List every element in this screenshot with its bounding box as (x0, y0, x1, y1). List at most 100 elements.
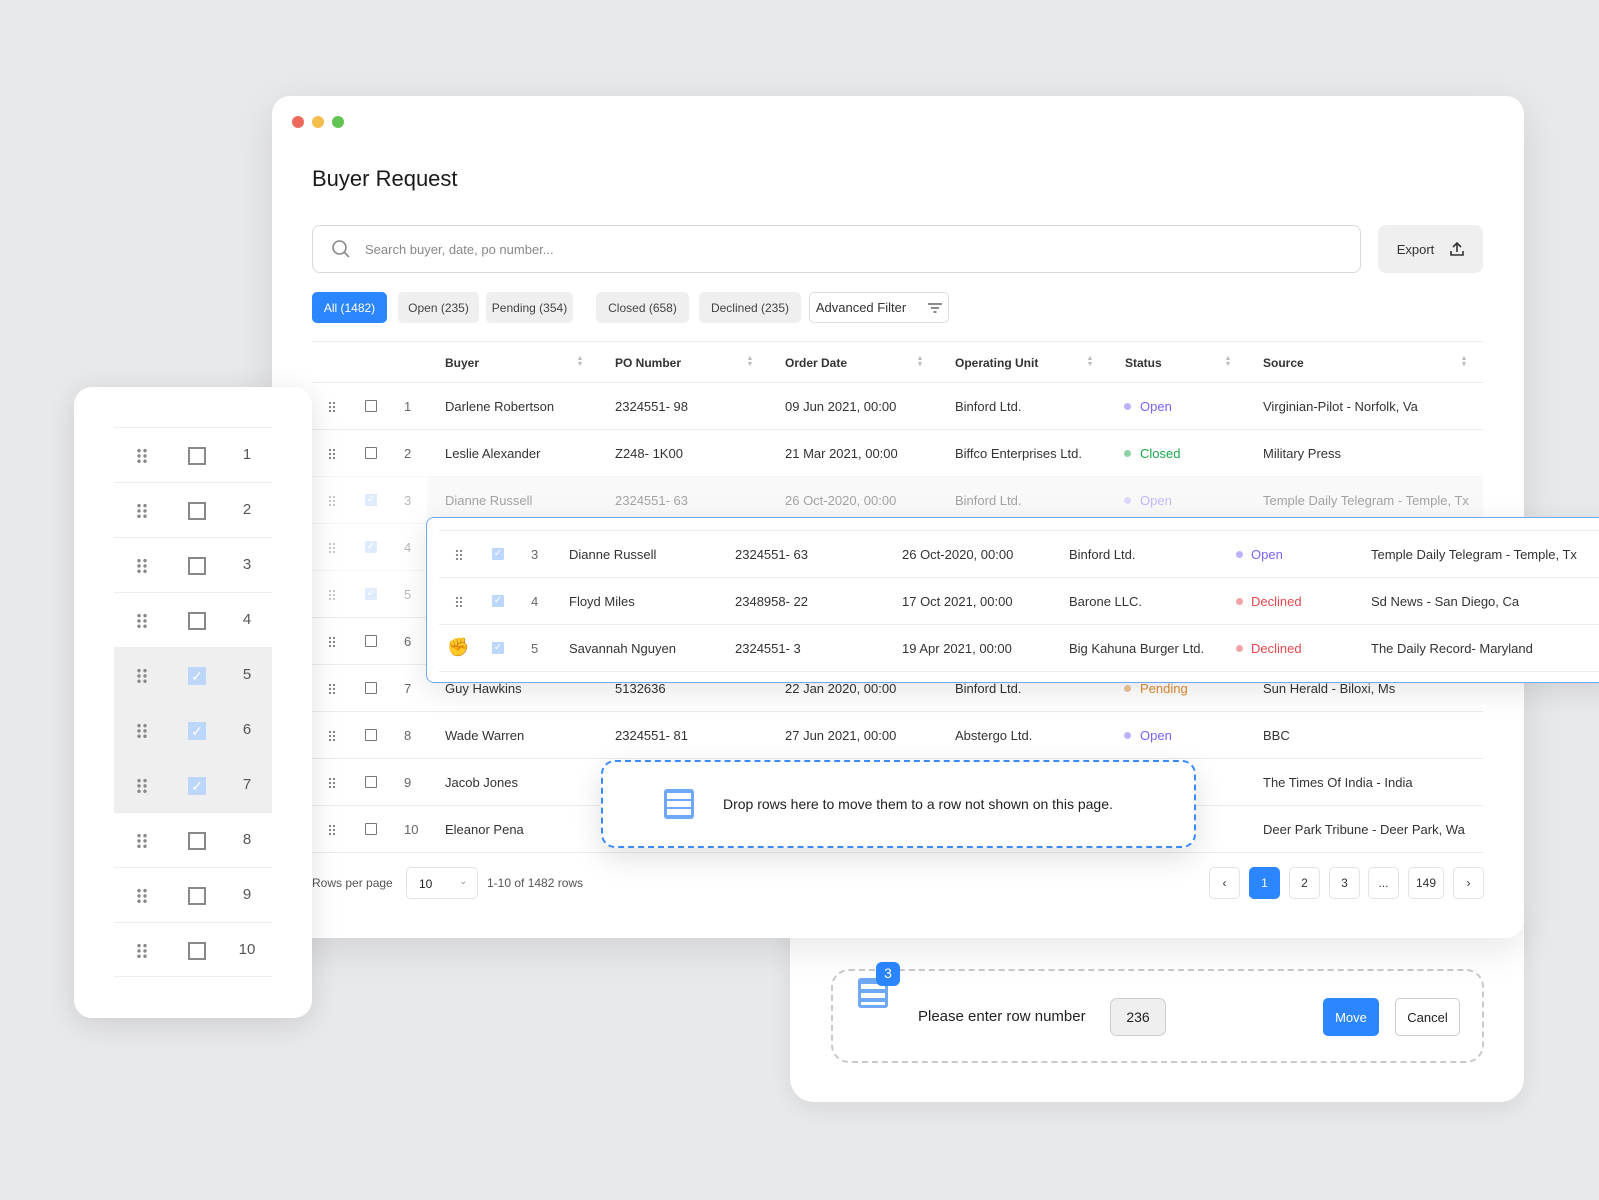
table-row[interactable]: 1 Darlene Robertson 2324551- 98 09 Jun 2021… (312, 382, 1483, 429)
row-checkbox[interactable] (365, 823, 377, 835)
column-header-operating-unit[interactable]: Operating Unit (955, 356, 1038, 370)
drag-handle-icon[interactable] (328, 824, 336, 836)
sort-icon[interactable]: ▲ ▼ (1460, 355, 1468, 368)
panel-row[interactable]: ✓ 7 (114, 757, 272, 812)
drag-handle-icon[interactable] (328, 542, 336, 554)
filter-chip-open[interactable]: Open (235) (398, 292, 479, 323)
status-badge: Open (1140, 728, 1172, 743)
filter-chip-closed[interactable]: Closed (658) (596, 292, 689, 323)
sort-icon[interactable]: ▲ ▼ (1224, 355, 1232, 368)
filter-chip-all[interactable]: All (1482) (312, 292, 387, 323)
page-button-2[interactable]: 2 (1289, 867, 1320, 899)
drag-handle-icon[interactable] (136, 723, 148, 739)
panel-row[interactable]: 4 (114, 592, 272, 647)
table-row[interactable]: ✓ 3 Dianne Russell 2324551- 63 26 Oct-2020, … (312, 476, 1483, 523)
drag-handle-icon[interactable] (136, 503, 148, 519)
drag-handle-icon[interactable] (328, 777, 336, 789)
row-checkbox[interactable] (365, 400, 377, 412)
drag-handle-icon[interactable] (136, 943, 148, 959)
drag-handle-icon[interactable] (328, 495, 336, 507)
close-window-dot[interactable] (292, 116, 304, 128)
row-checkbox[interactable]: ✓ (188, 777, 206, 795)
drop-zone[interactable]: Drop rows here to move them to a row not… (601, 760, 1196, 848)
column-header-po-number[interactable]: PO Number (615, 356, 681, 370)
filter-chip-pending[interactable]: Pending (354) (486, 292, 573, 323)
column-header-buyer[interactable]: Buyer (445, 356, 479, 370)
row-checkbox[interactable] (365, 729, 377, 741)
minimize-window-dot[interactable] (312, 116, 324, 128)
row-checkbox[interactable] (188, 887, 206, 905)
operating-unit-cell: Binford Ltd. (955, 493, 1022, 508)
drag-handle-icon[interactable] (136, 448, 148, 464)
panel-row[interactable]: ✓ 5 (114, 647, 272, 702)
next-page-button[interactable]: › (1453, 867, 1484, 899)
page-button-3[interactable]: 3 (1329, 867, 1360, 899)
drag-handle-icon[interactable] (328, 401, 336, 413)
cancel-button[interactable]: Cancel (1395, 998, 1460, 1036)
row-checkbox[interactable]: ✓ (492, 548, 504, 560)
order-date-cell: 26 Oct-2020, 00:00 (902, 547, 1014, 562)
panel-row[interactable]: 2 (114, 482, 272, 537)
export-button[interactable]: Export (1378, 225, 1483, 273)
table-row[interactable]: 8 Wade Warren 2324551- 81 27 Jun 2021, 00:0… (312, 711, 1483, 758)
row-checkbox[interactable]: ✓ (365, 541, 377, 553)
row-checkbox[interactable]: ✓ (188, 667, 206, 685)
dragged-rows-preview[interactable]: ✓ 3 Dianne Russell 2324551- 63 26 Oct-2020, … (426, 517, 1599, 683)
drag-handle-icon[interactable] (136, 668, 148, 684)
page-button-ellipsis[interactable]: ... (1368, 867, 1399, 899)
drag-handle-icon[interactable] (455, 549, 463, 561)
column-header-status[interactable]: Status (1125, 356, 1162, 370)
search-input[interactable]: Search buyer, date, po number... (312, 225, 1361, 273)
page-button-149[interactable]: 149 (1408, 867, 1444, 899)
panel-row[interactable]: 10 (114, 922, 272, 977)
panel-row[interactable]: ✓ 6 (114, 702, 272, 757)
column-header-source[interactable]: Source (1263, 356, 1304, 370)
advanced-filter-button[interactable]: Advanced Filter (809, 292, 949, 323)
row-checkbox[interactable]: ✓ (365, 588, 377, 600)
sort-icon[interactable]: ▲ ▼ (1086, 355, 1094, 368)
drag-handle-icon[interactable] (328, 448, 336, 460)
row-checkbox[interactable] (188, 832, 206, 850)
row-checkbox[interactable] (188, 557, 206, 575)
drag-handle-icon[interactable] (136, 558, 148, 574)
drag-handle-icon[interactable] (328, 730, 336, 742)
grab-cursor-icon: ✊ (447, 637, 470, 657)
maximize-window-dot[interactable] (332, 116, 344, 128)
row-number-input[interactable]: 236 (1110, 998, 1166, 1036)
row-checkbox[interactable] (188, 502, 206, 520)
filter-chip-declined[interactable]: Declined (235) (699, 292, 801, 323)
drag-handle-icon[interactable] (328, 683, 336, 695)
column-header-order-date[interactable]: Order Date (785, 356, 847, 370)
row-checkbox[interactable] (188, 612, 206, 630)
row-checkbox[interactable]: ✓ (492, 595, 504, 607)
sort-icon[interactable]: ▲ ▼ (916, 355, 924, 368)
sort-icon[interactable]: ▲ ▼ (576, 355, 584, 368)
panel-row[interactable]: 8 (114, 812, 272, 867)
page-button-1[interactable]: 1 (1249, 867, 1280, 899)
rows-per-page-select[interactable]: 10 ⌄ (406, 867, 478, 899)
row-checkbox[interactable]: ✓ (365, 494, 377, 506)
row-checkbox[interactable] (365, 635, 377, 647)
drag-handle-icon[interactable] (136, 833, 148, 849)
row-checkbox[interactable] (365, 776, 377, 788)
drag-handle-icon[interactable] (136, 888, 148, 904)
panel-row[interactable]: 9 (114, 867, 272, 922)
drag-handle-icon[interactable] (455, 596, 463, 608)
drag-handle-icon[interactable] (328, 636, 336, 648)
sort-icon[interactable]: ▲ ▼ (746, 355, 754, 368)
drag-handle-icon[interactable] (136, 613, 148, 629)
row-checkbox[interactable] (188, 942, 206, 960)
row-checkbox[interactable]: ✓ (188, 722, 206, 740)
row-checkbox[interactable] (365, 682, 377, 694)
table-row[interactable]: 2 Leslie Alexander Z248- 1K00 21 Mar 2021, … (312, 429, 1483, 476)
panel-row[interactable]: 3 (114, 537, 272, 592)
row-checkbox[interactable] (188, 447, 206, 465)
drag-handle-icon[interactable] (136, 778, 148, 794)
prev-page-button[interactable]: ‹ (1209, 867, 1240, 899)
row-checkbox[interactable]: ✓ (492, 642, 504, 654)
status-badge: Open (1251, 547, 1283, 562)
move-button[interactable]: Move (1323, 998, 1379, 1036)
row-checkbox[interactable] (365, 447, 377, 459)
drag-handle-icon[interactable] (328, 589, 336, 601)
panel-row[interactable]: 1 (114, 427, 272, 482)
